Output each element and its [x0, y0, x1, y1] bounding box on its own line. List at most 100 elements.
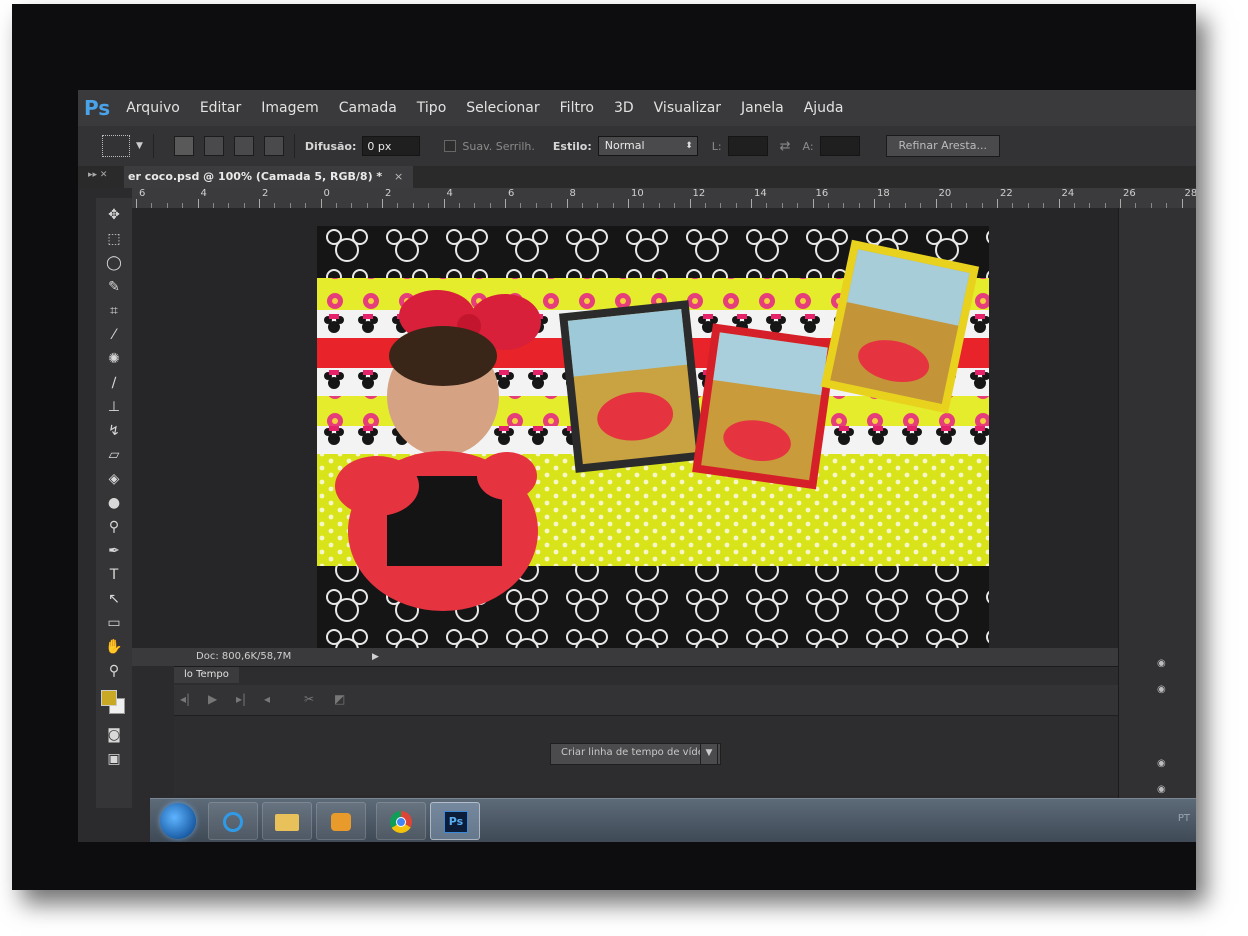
- play-icon[interactable]: ▶: [372, 648, 379, 666]
- rectangle-tool-icon[interactable]: ▭: [103, 612, 125, 634]
- refine-edge-button[interactable]: Refinar Aresta...: [885, 135, 1000, 157]
- brush-tool-icon[interactable]: ∕: [103, 372, 125, 394]
- audio-icon[interactable]: ◂: [264, 692, 270, 706]
- new-selection-button[interactable]: [173, 136, 194, 156]
- pen-tool-icon[interactable]: ✒: [103, 540, 125, 562]
- history-brush-tool-icon[interactable]: ↯: [103, 420, 125, 442]
- ruler-tick: [320, 199, 322, 208]
- menu-tipo[interactable]: Tipo: [417, 100, 446, 116]
- menu-editar[interactable]: Editar: [200, 100, 241, 116]
- color-swatches[interactable]: [101, 690, 127, 716]
- chrome-icon: [390, 811, 412, 833]
- zoom-tool-icon[interactable]: ⚲: [103, 660, 125, 682]
- create-video-timeline-button[interactable]: Criar linha de tempo de vídeo: [550, 743, 721, 765]
- style-select[interactable]: Normal ⬍: [597, 136, 698, 156]
- menu-visualizar[interactable]: Visualizar: [654, 100, 721, 116]
- taskbar-photoshop-button[interactable]: Ps: [430, 802, 480, 840]
- ruler-label: 22: [1000, 188, 1013, 199]
- marquee-preset-icon[interactable]: [102, 135, 130, 157]
- menu-ajuda[interactable]: Ajuda: [804, 100, 844, 116]
- next-frame-icon[interactable]: ▸|: [236, 692, 246, 706]
- document-canvas[interactable]: [317, 226, 989, 654]
- healing-brush-tool-icon[interactable]: ✺: [103, 348, 125, 370]
- transition-icon[interactable]: ◩: [334, 692, 345, 706]
- height-input[interactable]: [819, 136, 860, 156]
- eraser-tool-icon[interactable]: ▱: [103, 444, 125, 466]
- eye-icon[interactable]: ◉: [1157, 684, 1166, 695]
- swap-icon[interactable]: ⇄: [780, 139, 791, 154]
- ruler-tick: [935, 199, 937, 208]
- menu-filtro[interactable]: Filtro: [560, 100, 594, 116]
- close-icon[interactable]: ×: [394, 170, 403, 183]
- folder-icon: [275, 814, 299, 831]
- eye-icon[interactable]: ◉: [1157, 784, 1166, 795]
- ruler-tick: [812, 199, 814, 208]
- divider: [293, 134, 295, 158]
- add-selection-button[interactable]: [203, 136, 224, 156]
- ruler-label: 16: [815, 188, 829, 199]
- ruler-tick: [505, 199, 506, 208]
- path-selection-tool-icon[interactable]: ↖: [103, 588, 125, 610]
- internet-explorer-icon: [223, 812, 243, 832]
- blur-tool-icon[interactable]: ●: [103, 492, 125, 514]
- ruler-tick: [566, 199, 568, 208]
- screen-mode-icon[interactable]: ▣: [103, 748, 125, 770]
- dodge-tool-icon[interactable]: ⚲: [103, 516, 125, 538]
- subtract-selection-button[interactable]: [233, 136, 254, 156]
- menu-imagem[interactable]: Imagem: [261, 100, 318, 116]
- menu-3d[interactable]: 3D: [614, 100, 634, 116]
- hand-tool-icon[interactable]: ✋: [103, 636, 125, 658]
- eye-icon[interactable]: ◉: [1157, 758, 1166, 769]
- eye-icon[interactable]: ◉: [1157, 658, 1166, 669]
- menu-camada[interactable]: Camada: [339, 100, 397, 116]
- move-tool-icon[interactable]: ✥: [103, 204, 125, 226]
- chevron-down-icon[interactable]: ▼: [700, 743, 718, 765]
- taskbar-explorer-button[interactable]: [262, 802, 312, 840]
- quick-mask-icon[interactable]: ◙: [103, 724, 125, 746]
- document-tab[interactable]: er coco.psd @ 100% (Camada 5, RGB/8) * ×: [124, 166, 414, 188]
- ruler-label: 24: [1061, 188, 1075, 199]
- first-frame-icon[interactable]: ◂|: [180, 692, 190, 706]
- timeline-tab[interactable]: lo Tempo: [174, 667, 239, 683]
- collapse-panels-icon[interactable]: ▸▸ ✕: [88, 170, 107, 180]
- antialias-checkbox[interactable]: [444, 140, 457, 152]
- ruler-label: 0: [323, 188, 330, 199]
- ruler-tick: [1120, 199, 1121, 208]
- language-indicator[interactable]: PT: [1178, 813, 1190, 824]
- taskbar-chrome-button[interactable]: [376, 802, 426, 840]
- start-button[interactable]: [160, 803, 196, 839]
- ruler-label: 6: [508, 188, 515, 199]
- width-label: L:: [711, 139, 722, 153]
- menu-janela[interactable]: Janela: [741, 100, 784, 116]
- document-tab-bar: ▸▸ ✕ er coco.psd @ 100% (Camada 5, RGB/8…: [78, 166, 1196, 188]
- quick-selection-tool-icon[interactable]: ✎: [103, 276, 125, 298]
- canvas-area[interactable]: [132, 208, 1146, 654]
- status-doc-size: Doc: 800,6K/58,7M: [196, 651, 292, 662]
- stamp-tool-icon[interactable]: ⊥: [103, 396, 125, 418]
- lasso-tool-icon[interactable]: ◯: [103, 252, 125, 274]
- play-icon[interactable]: ▶: [208, 692, 217, 706]
- ruler-label: 12: [692, 188, 706, 199]
- style-select-value: Normal: [604, 139, 645, 152]
- type-tool-icon[interactable]: T: [103, 564, 125, 586]
- menu-arquivo[interactable]: Arquivo: [126, 100, 180, 116]
- ruler-label: 14: [754, 188, 767, 199]
- menu-selecionar[interactable]: Selecionar: [466, 100, 539, 116]
- scissors-icon[interactable]: ✂: [304, 692, 314, 706]
- menu-bar: Ps Arquivo Editar Imagem Camada Tipo Sel…: [78, 90, 1196, 126]
- paint-bucket-tool-icon[interactable]: ◈: [103, 468, 125, 490]
- feather-input[interactable]: 0 px: [362, 136, 421, 156]
- taskbar-ie-button[interactable]: [208, 802, 258, 840]
- eyedropper-tool-icon[interactable]: ⁄: [103, 324, 125, 346]
- chevron-down-icon[interactable]: ▼: [136, 141, 143, 151]
- width-input[interactable]: [727, 136, 768, 156]
- ruler-tick: [443, 199, 445, 208]
- marquee-tool-icon[interactable]: ⬚: [103, 228, 125, 250]
- taskbar-media-button[interactable]: [316, 802, 366, 840]
- ruler-tick: [1058, 199, 1060, 208]
- foreground-color-swatch[interactable]: [101, 690, 117, 706]
- intersect-selection-button[interactable]: [263, 136, 284, 156]
- crop-tool-icon[interactable]: ⌗: [103, 300, 125, 322]
- height-label: A:: [802, 139, 814, 153]
- options-bar: ▼ Difusão: 0 px Suav. Serrilh. Estilo: N…: [78, 126, 1196, 167]
